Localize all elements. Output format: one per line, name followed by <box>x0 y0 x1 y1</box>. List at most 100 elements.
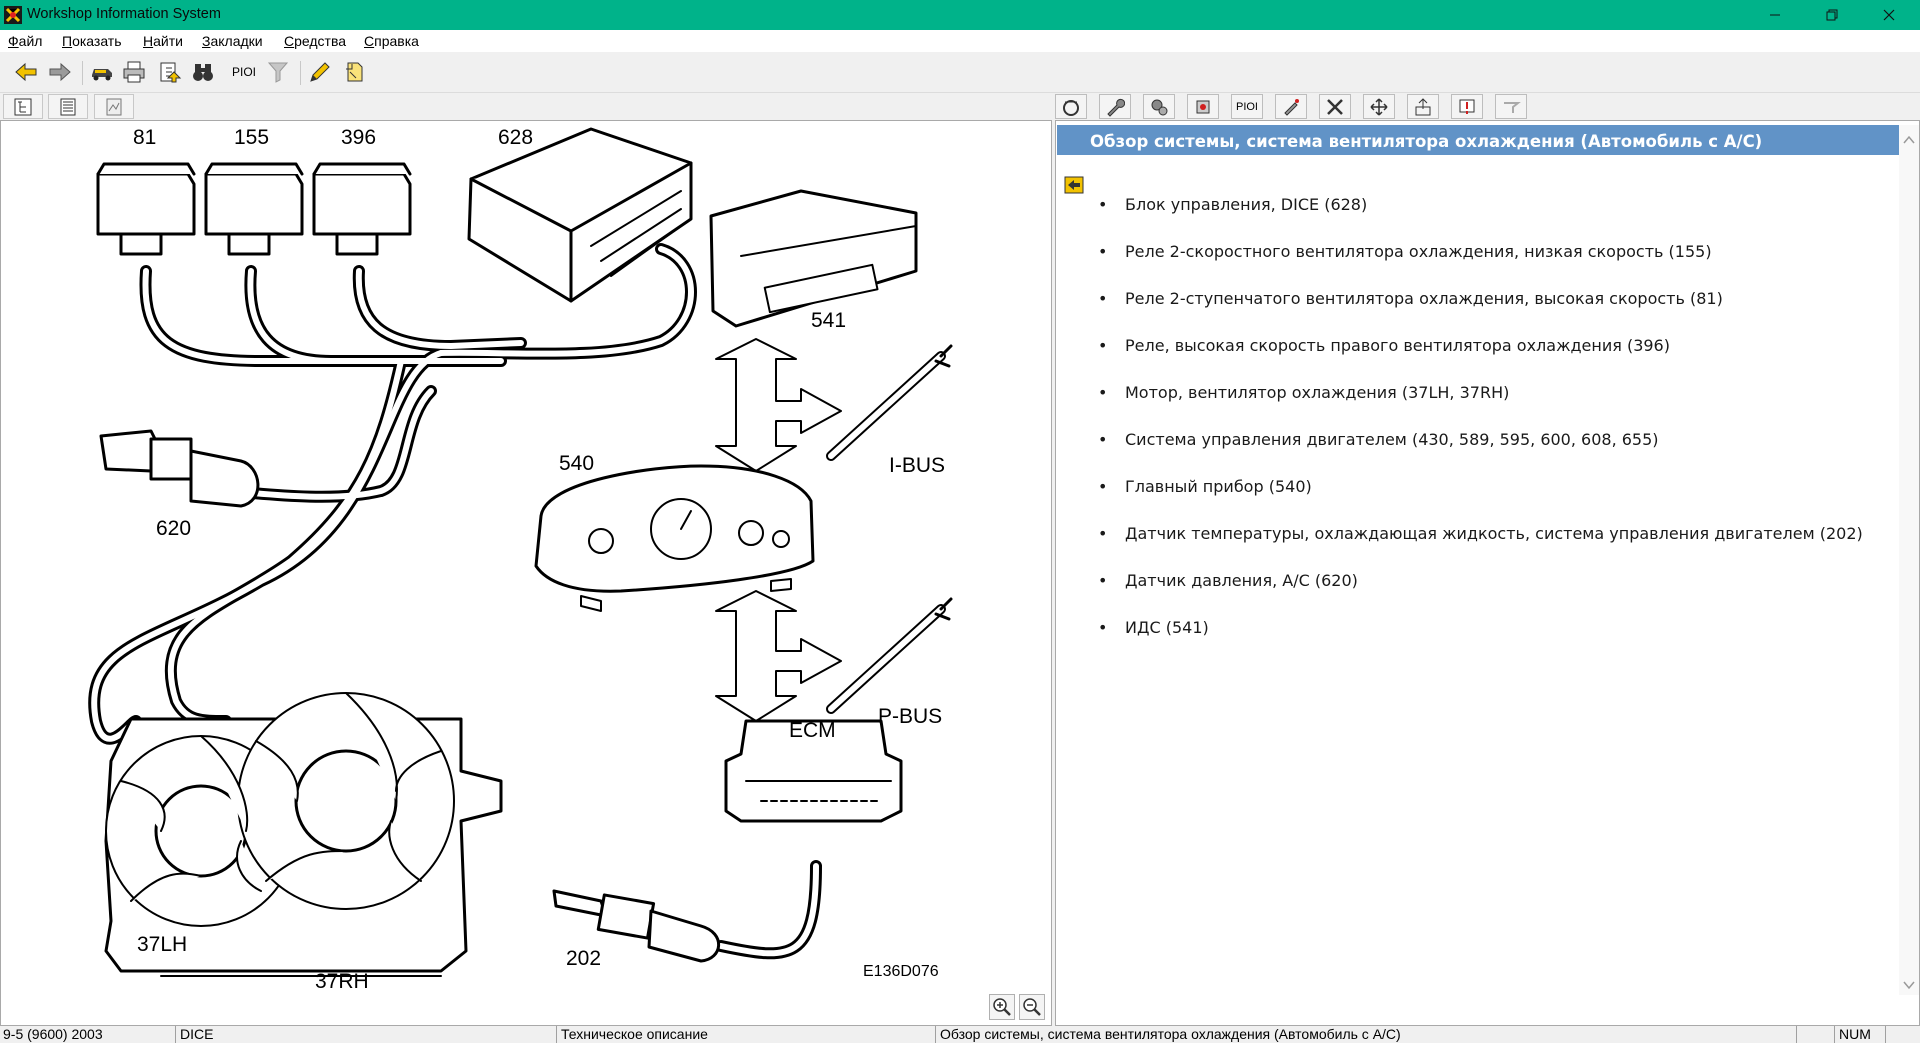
list-view-button[interactable] <box>48 94 88 119</box>
title-bar: Workshop Information System <box>0 0 1920 30</box>
status-num: NUM <box>1836 1026 1886 1043</box>
status-info-type: Техническое описание <box>558 1026 936 1043</box>
pi-tab-label: PIOI <box>1235 100 1258 113</box>
tab-gears[interactable] <box>1143 94 1175 119</box>
filter-button[interactable] <box>264 58 292 86</box>
toolbar-separator <box>82 61 83 85</box>
status-document: Обзор системы, система вентилятора охлаж… <box>937 1026 1797 1043</box>
tab-tires[interactable] <box>1055 94 1087 119</box>
tire-icon <box>1063 99 1079 116</box>
menu-find[interactable]: Найти <box>143 33 183 49</box>
label-540: 540 <box>559 452 594 475</box>
status-model: 9-5 (9600) 2003 <box>0 1026 176 1043</box>
find-button[interactable] <box>189 58 217 86</box>
label-37lh: 37LH <box>137 933 187 956</box>
print-button[interactable] <box>120 58 148 86</box>
vertical-scrollbar[interactable] <box>1899 125 1919 995</box>
pbus-cable <box>826 597 953 714</box>
menu-view[interactable]: Показать <box>62 33 122 49</box>
status-bar: 9-5 (9600) 2003 DICE Техническое описани… <box>0 1026 1920 1043</box>
wiring-diagram: 81 155 396 628 541 620 540 I-BUS P-BUS E… <box>88 126 953 991</box>
filter-icon <box>267 62 289 83</box>
tree-icon <box>14 98 32 115</box>
zoom-in-button[interactable] <box>989 994 1015 1020</box>
save-button[interactable] <box>156 58 184 86</box>
zoom-in-icon <box>993 998 1011 1016</box>
move-icon <box>1370 97 1388 116</box>
vehicle-button[interactable] <box>88 58 116 86</box>
close-button[interactable] <box>1866 0 1912 30</box>
dice-unit-628 <box>467 127 693 303</box>
save-icon <box>160 62 182 83</box>
tab-install[interactable] <box>1407 94 1439 119</box>
highlight-button[interactable] <box>306 58 334 86</box>
document-pane: Обзор системы, система вентилятора охлаж… <box>1055 120 1920 1026</box>
list-item: Реле, высокая скорость правого вентилято… <box>1093 336 1883 356</box>
pressure-sensor-620 <box>99 429 260 508</box>
menu-bookmarks[interactable]: Закладки <box>202 33 263 49</box>
label-ibus: I-BUS <box>889 454 945 477</box>
return-arrow-icon[interactable] <box>1064 175 1084 195</box>
scroll-down-icon[interactable] <box>1903 980 1915 990</box>
forward-button[interactable] <box>46 58 74 86</box>
menu-help[interactable]: Справка <box>364 33 419 49</box>
car-icon <box>92 69 112 81</box>
pi-label: PIOI <box>231 65 256 79</box>
list-item: Система управления двигателем (430, 589,… <box>1093 430 1883 450</box>
status-resize-grip[interactable] <box>1887 1026 1920 1043</box>
relay-81 <box>96 162 196 256</box>
label-ecm: ECM <box>789 719 836 742</box>
ids-unit-541 <box>709 189 918 328</box>
menu-file[interactable]: Файл <box>8 33 42 49</box>
tree-view-button[interactable] <box>3 94 43 119</box>
zoom-out-icon <box>1023 998 1041 1016</box>
list-item: Реле 2-скоростного вентилятора охлаждени… <box>1093 242 1883 262</box>
tab-tools[interactable] <box>1319 94 1351 119</box>
bus-arrow-pbus <box>715 590 842 722</box>
list-item: Мотор, вентилятор охлаждения (37LH, 37RH… <box>1093 383 1883 403</box>
zoom-out-button[interactable] <box>1019 994 1045 1020</box>
menu-tools[interactable]: Средства <box>284 33 346 49</box>
minimize-button[interactable] <box>1752 0 1798 30</box>
close-icon <box>1883 9 1895 21</box>
tab-wrench[interactable] <box>1099 94 1131 119</box>
pi-button[interactable]: PIOI <box>230 58 258 86</box>
tab-engine[interactable] <box>1187 94 1219 119</box>
label-202: 202 <box>566 947 601 970</box>
document-title: Обзор системы, система вентилятора охлаж… <box>1057 125 1899 155</box>
tab-warning[interactable] <box>1451 94 1483 119</box>
list-item: Блок управления, DICE (628) <box>1093 195 1883 215</box>
label-628: 628 <box>498 126 533 149</box>
tab-spark[interactable] <box>1275 94 1307 119</box>
status-blank <box>1798 1026 1835 1043</box>
scroll-up-icon[interactable] <box>1903 135 1915 145</box>
label-396: 396 <box>341 126 376 149</box>
tools-icon <box>1327 98 1343 115</box>
label-155: 155 <box>234 126 269 149</box>
restore-button[interactable] <box>1809 0 1855 30</box>
ibus-cable <box>826 344 953 461</box>
image-view-button[interactable] <box>94 94 134 119</box>
relay-396 <box>312 162 412 256</box>
instrument-cluster-540 <box>534 464 815 612</box>
restore-icon <box>1826 9 1838 21</box>
minimize-icon <box>1770 14 1780 16</box>
list-item: Датчик температуры, охлаждающая жидкость… <box>1093 524 1883 544</box>
arrow-right-icon <box>49 62 71 82</box>
note-button[interactable] <box>340 58 368 86</box>
tab-pi[interactable]: PIOI <box>1231 94 1263 119</box>
image-icon <box>106 98 122 115</box>
arrow-left-icon <box>15 62 37 82</box>
label-620: 620 <box>156 517 191 540</box>
list-item: ИДС (541) <box>1093 618 1883 638</box>
app-logo-icon <box>4 6 22 24</box>
printer-icon <box>123 61 145 83</box>
label-37rh: 37RH <box>315 970 369 991</box>
tab-move[interactable] <box>1363 94 1395 119</box>
list-item: Датчик давления, A/C (620) <box>1093 571 1883 591</box>
binoculars-icon <box>193 64 213 81</box>
install-icon <box>1415 97 1431 115</box>
relay-155 <box>204 162 304 256</box>
tab-hook[interactable] <box>1495 94 1527 119</box>
back-button[interactable] <box>12 58 40 86</box>
